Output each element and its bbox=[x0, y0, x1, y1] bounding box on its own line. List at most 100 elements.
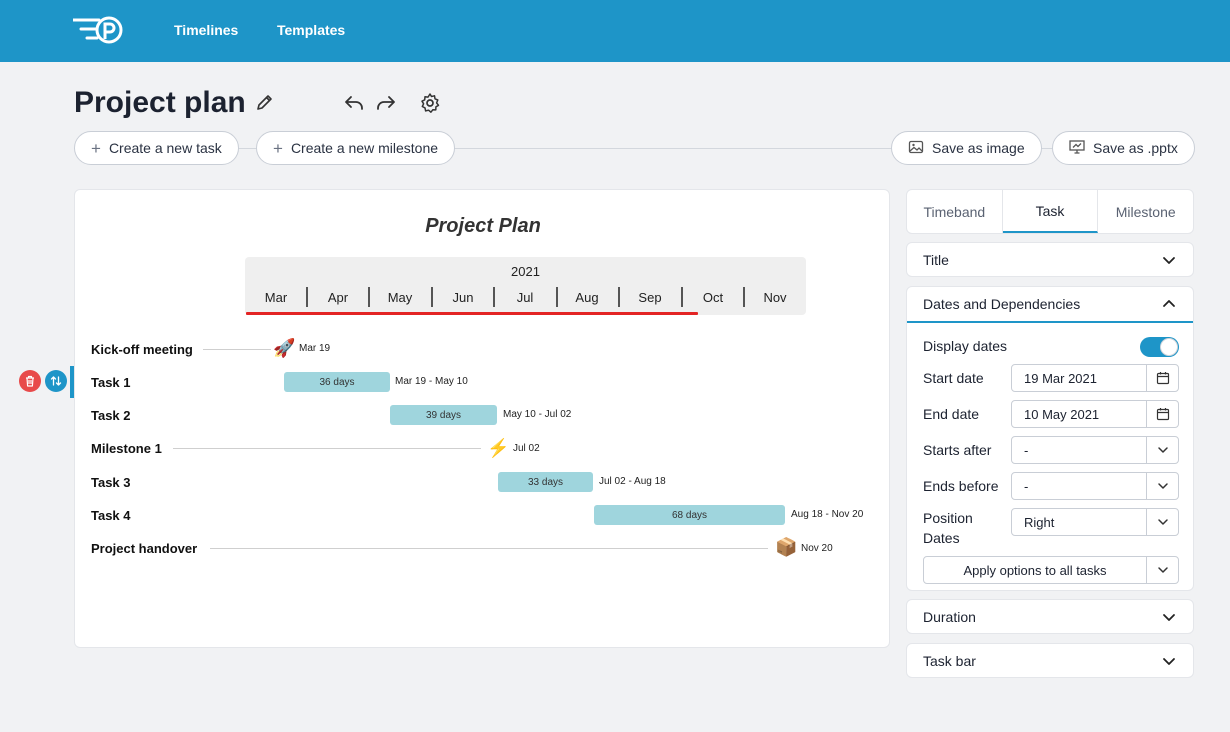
timeband-year: 2021 bbox=[511, 264, 540, 279]
month-label: Oct bbox=[702, 290, 724, 305]
row-connector-line bbox=[210, 548, 768, 549]
task-bar[interactable]: 36 days bbox=[284, 372, 390, 392]
month-label: Jun bbox=[452, 290, 474, 305]
apply-to-all-tasks-button[interactable]: Apply options to all tasks bbox=[923, 556, 1179, 584]
toggle-knob bbox=[1160, 338, 1178, 356]
position-dates-value: Right bbox=[1024, 514, 1055, 530]
settings-gear-icon[interactable] bbox=[418, 91, 442, 115]
ends-before-label: Ends before bbox=[923, 478, 999, 494]
display-dates-label: Display dates bbox=[923, 338, 1008, 354]
delete-row-button[interactable] bbox=[19, 370, 41, 392]
tab-task[interactable]: Task bbox=[1002, 190, 1099, 233]
save-image-button[interactable]: Save as image bbox=[891, 131, 1042, 165]
presentation-icon bbox=[1069, 139, 1085, 158]
display-dates-toggle[interactable] bbox=[1140, 337, 1179, 357]
app-logo-icon[interactable] bbox=[71, 15, 125, 47]
task-bar-section: Task bar bbox=[906, 643, 1194, 678]
calendar-icon[interactable] bbox=[1146, 401, 1178, 427]
month-label: Mar bbox=[264, 290, 288, 305]
duration-section-header[interactable]: Duration bbox=[907, 600, 1193, 634]
month-label: Aug bbox=[575, 290, 599, 305]
row-label[interactable]: Task 4 bbox=[91, 508, 131, 523]
save-pptx-button[interactable]: Save as .pptx bbox=[1052, 131, 1195, 165]
chevron-down-icon[interactable] bbox=[1146, 473, 1178, 499]
duration-section: Duration bbox=[906, 599, 1194, 634]
chevron-down-icon[interactable] bbox=[1146, 557, 1178, 583]
create-milestone-button[interactable]: + Create a new milestone bbox=[256, 131, 456, 165]
task-date-label: May 10 - Jul 02 bbox=[503, 409, 572, 420]
create-task-button[interactable]: + Create a new task bbox=[74, 131, 239, 165]
rocket-icon[interactable]: 🚀 bbox=[273, 339, 295, 357]
plus-icon: + bbox=[273, 138, 283, 158]
chevron-down-icon bbox=[1163, 614, 1175, 621]
row-label[interactable]: Task 1 bbox=[91, 375, 131, 390]
undo-icon[interactable] bbox=[342, 91, 366, 115]
row-label[interactable]: Project handover bbox=[91, 541, 197, 556]
task-date-label: Mar 19 - May 10 bbox=[395, 376, 468, 387]
title-section: Title bbox=[906, 242, 1194, 277]
save-image-label: Save as image bbox=[932, 140, 1025, 156]
edit-title-pencil-icon[interactable] bbox=[253, 90, 277, 114]
nav-templates[interactable]: Templates bbox=[277, 22, 345, 38]
task-bar[interactable]: 33 days bbox=[498, 472, 593, 492]
redo-icon[interactable] bbox=[374, 91, 398, 115]
page-title[interactable]: Project plan bbox=[74, 86, 246, 120]
ends-before-select[interactable]: - bbox=[1011, 472, 1179, 500]
title-section-header[interactable]: Title bbox=[907, 243, 1193, 277]
section-title: Title bbox=[923, 252, 949, 268]
position-dates-select[interactable]: Right bbox=[1011, 508, 1179, 536]
month-label: Nov bbox=[763, 290, 787, 305]
starts-after-value: - bbox=[1024, 442, 1029, 458]
starts-after-select[interactable]: - bbox=[1011, 436, 1179, 464]
trash-icon bbox=[26, 375, 34, 387]
row-label[interactable]: Task 3 bbox=[91, 475, 131, 490]
milestone-date-label: Nov 20 bbox=[801, 543, 833, 554]
position-dates-label: Dates bbox=[923, 530, 960, 546]
package-icon[interactable]: 📦 bbox=[775, 538, 797, 556]
create-task-label: Create a new task bbox=[108, 140, 222, 156]
dates-section-header[interactable]: Dates and Dependencies bbox=[907, 287, 1193, 323]
start-date-field[interactable]: 19 Mar 2021 bbox=[1011, 364, 1179, 392]
apply-label: Apply options to all tasks bbox=[963, 562, 1107, 578]
milestone-date-label: Mar 19 bbox=[299, 343, 331, 354]
create-milestone-label: Create a new milestone bbox=[290, 140, 439, 156]
row-label[interactable]: Kick-off meeting bbox=[91, 342, 193, 357]
tab-milestone[interactable]: Milestone bbox=[1098, 190, 1193, 233]
month-label: Jul bbox=[516, 290, 534, 305]
top-navigation-bar: Timelines Templates bbox=[0, 0, 1230, 62]
starts-after-label: Starts after bbox=[923, 442, 992, 458]
panel-tabs: Timeband Task Milestone bbox=[906, 189, 1194, 234]
start-date-value: 19 Mar 2021 bbox=[1024, 370, 1097, 386]
plus-icon: + bbox=[91, 138, 101, 158]
nav-timelines[interactable]: Timelines bbox=[174, 22, 238, 38]
row-label[interactable]: Task 2 bbox=[91, 408, 131, 423]
task-bar-section-header[interactable]: Task bar bbox=[907, 644, 1193, 678]
dates-section-body: Display dates Start date 19 Mar 2021 End… bbox=[907, 323, 1193, 588]
chevron-down-icon[interactable] bbox=[1146, 437, 1178, 463]
tab-timeband[interactable]: Timeband bbox=[907, 190, 1003, 233]
start-date-label: Start date bbox=[923, 370, 984, 386]
chevron-up-icon bbox=[1163, 300, 1175, 307]
row-connector-line bbox=[203, 349, 271, 350]
timeline-chart-card: Project Plan 2021 Mar Apr May Jun Jul Au… bbox=[74, 189, 890, 648]
row-label[interactable]: Milestone 1 bbox=[91, 441, 162, 456]
task-bar[interactable]: 39 days bbox=[390, 405, 497, 425]
image-icon bbox=[908, 139, 924, 158]
month-label: Apr bbox=[327, 290, 349, 305]
chevron-down-icon bbox=[1163, 658, 1175, 665]
milestone-date-label: Jul 02 bbox=[513, 443, 540, 454]
chart-title[interactable]: Project Plan bbox=[75, 215, 891, 238]
task-bar[interactable]: 68 days bbox=[594, 505, 785, 525]
chevron-down-icon[interactable] bbox=[1146, 509, 1178, 535]
task-date-label: Aug 18 - Nov 20 bbox=[791, 509, 864, 520]
save-pptx-label: Save as .pptx bbox=[1093, 140, 1178, 156]
lightning-icon[interactable]: ⚡ bbox=[487, 439, 509, 457]
end-date-label: End date bbox=[923, 406, 980, 422]
task-date-label: Jul 02 - Aug 18 bbox=[599, 476, 666, 487]
calendar-icon[interactable] bbox=[1146, 365, 1178, 391]
reorder-row-button[interactable] bbox=[45, 370, 67, 392]
dates-dependencies-section: Dates and Dependencies Display dates Sta… bbox=[906, 286, 1194, 591]
ends-before-value: - bbox=[1024, 478, 1029, 494]
timeband[interactable]: 2021 Mar Apr May Jun Jul Aug Sep Oct Nov bbox=[245, 257, 806, 315]
end-date-field[interactable]: 10 May 2021 bbox=[1011, 400, 1179, 428]
